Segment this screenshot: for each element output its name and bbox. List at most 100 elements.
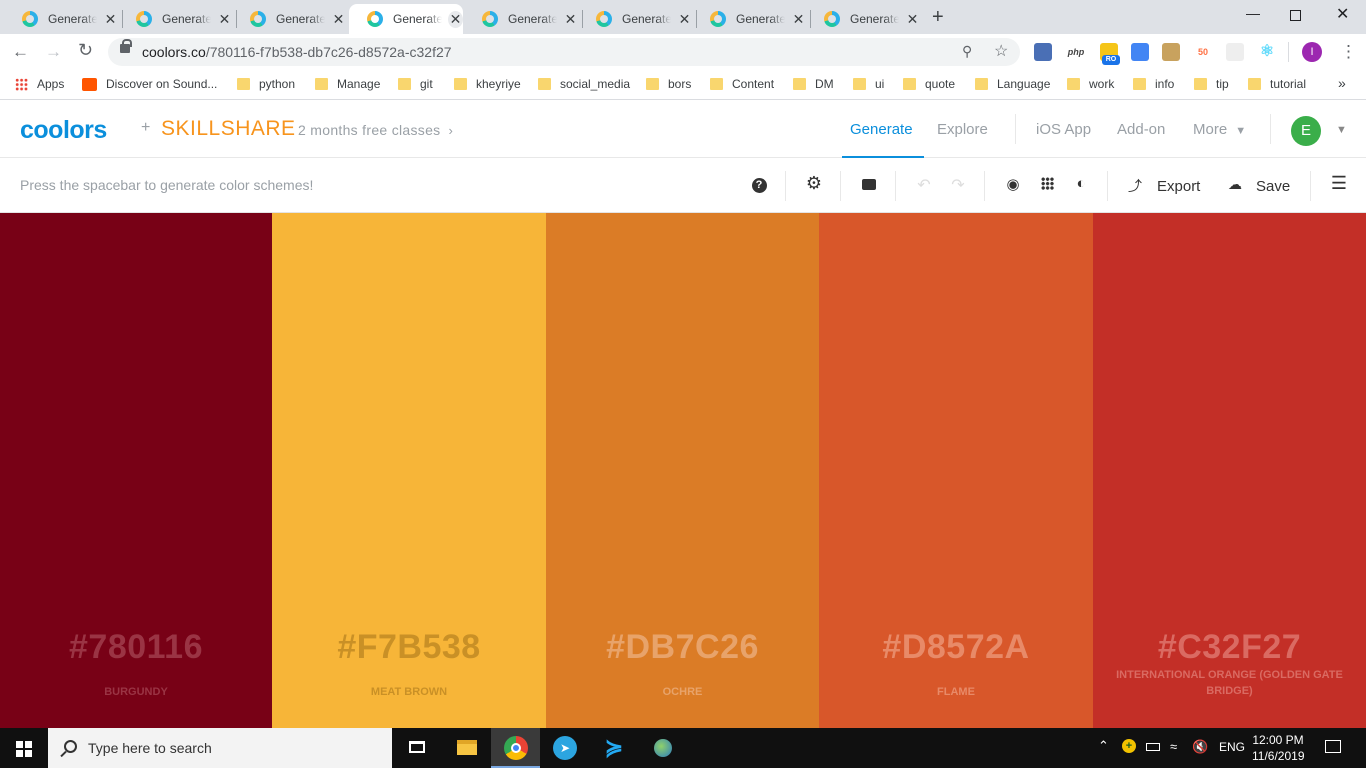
- account-chevron-down-icon[interactable]: ▼: [1336, 124, 1347, 136]
- hex-code[interactable]: #DB7C26: [546, 628, 819, 667]
- telegram-icon[interactable]: ➤: [553, 736, 577, 760]
- bookmark-folder[interactable]: DM: [793, 77, 834, 91]
- cloud-upload-icon[interactable]: ☁: [1224, 176, 1246, 193]
- color-swatch[interactable]: #C32F27 INTERNATIONAL ORANGE (GOLDEN GAT…: [1093, 213, 1366, 728]
- close-tab-icon[interactable]: ✕: [563, 11, 578, 28]
- bookmark-folder[interactable]: ui: [853, 77, 884, 91]
- promo-link[interactable]: 2 months free classes ›: [298, 122, 453, 138]
- tray-chevron-up-icon[interactable]: ⌃: [1098, 738, 1109, 754]
- php-extension-icon[interactable]: php: [1066, 43, 1086, 61]
- download-manager-icon[interactable]: [651, 736, 675, 760]
- profile-avatar[interactable]: I: [1302, 42, 1322, 62]
- bookmark-folder[interactable]: quote: [903, 77, 955, 91]
- address-bar[interactable]: coolors.co/780116-f7b538-db7c26-d8572a-c…: [108, 38, 1020, 66]
- bookmark-folder[interactable]: Manage: [315, 77, 380, 91]
- wifi-icon[interactable]: ≈: [1170, 739, 1177, 754]
- react-devtools-icon[interactable]: ⚛: [1258, 43, 1276, 61]
- chrome-icon[interactable]: [504, 736, 528, 760]
- browser-tab-active[interactable]: Generate ✕: [349, 4, 463, 34]
- volume-muted-icon[interactable]: 🔇: [1192, 739, 1208, 755]
- nav-more[interactable]: More ▼: [1193, 121, 1246, 138]
- close-tab-icon[interactable]: ✕: [331, 11, 346, 28]
- hex-code[interactable]: #C32F27: [1093, 628, 1366, 667]
- color-swatch[interactable]: #D8572A FLAME: [819, 213, 1093, 728]
- language-indicator[interactable]: ENG: [1219, 740, 1245, 754]
- tray-app-icon[interactable]: +: [1122, 739, 1136, 753]
- nav-generate[interactable]: Generate: [850, 121, 913, 138]
- task-view-icon[interactable]: [406, 736, 430, 760]
- translate-extension-icon[interactable]: [1131, 43, 1149, 61]
- export-button[interactable]: Export: [1157, 178, 1200, 195]
- browser-tab[interactable]: Generate ✕: [806, 4, 920, 34]
- close-window-icon[interactable]: ✕: [1336, 4, 1349, 24]
- browser-tab[interactable]: Generate ✕: [118, 4, 232, 34]
- help-icon[interactable]: ?: [748, 175, 770, 193]
- bookmark-folder[interactable]: bors: [646, 77, 691, 91]
- close-tab-icon[interactable]: ✕: [103, 11, 118, 28]
- bookmarks-overflow-icon[interactable]: »: [1338, 75, 1346, 91]
- restore-window-icon[interactable]: [1290, 10, 1301, 21]
- extension-icon[interactable]: [1162, 43, 1180, 61]
- close-tab-icon[interactable]: ✕: [791, 11, 806, 28]
- bookmark-folder[interactable]: work: [1067, 77, 1114, 91]
- color-swatch[interactable]: #780116 BURGUNDY: [0, 213, 272, 728]
- chrome-menu-icon[interactable]: ⋮: [1340, 42, 1357, 62]
- extension-icon[interactable]: [1226, 43, 1244, 61]
- grid-view-icon[interactable]: [1036, 175, 1058, 193]
- vscode-icon[interactable]: ≽: [602, 736, 626, 760]
- hex-code[interactable]: #780116: [0, 628, 272, 667]
- hex-code[interactable]: #F7B538: [272, 628, 546, 667]
- bookmark-folder[interactable]: Language: [975, 77, 1050, 91]
- color-swatch[interactable]: #F7B538 MEAT BROWN: [272, 213, 546, 728]
- bookmark-folder[interactable]: info: [1133, 77, 1174, 91]
- skillshare-logo[interactable]: SKILLSHARE: [161, 117, 296, 141]
- close-tab-icon[interactable]: ✕: [677, 11, 692, 28]
- 50-extension-icon[interactable]: 50: [1194, 43, 1212, 61]
- view-eye-icon[interactable]: ◉: [1002, 175, 1024, 193]
- share-icon[interactable]: ⤴: [1124, 176, 1146, 196]
- browser-tab[interactable]: Generate ✕: [692, 4, 806, 34]
- extension-icon[interactable]: [1034, 43, 1052, 61]
- close-tab-icon[interactable]: ✕: [217, 11, 232, 28]
- browser-tab[interactable]: Generate ✕: [464, 4, 578, 34]
- nav-explore[interactable]: Explore: [937, 121, 988, 138]
- undo-icon[interactable]: ↶: [913, 175, 935, 195]
- bookmark-folder[interactable]: git: [398, 77, 433, 91]
- forward-arrow-icon[interactable]: →: [45, 42, 62, 62]
- key-icon[interactable]: ⚲: [962, 43, 972, 60]
- bookmark-folder[interactable]: Content: [710, 77, 774, 91]
- settings-gear-icon[interactable]: ⚙: [803, 173, 825, 194]
- back-arrow-icon[interactable]: ←: [12, 42, 29, 62]
- bookmark-folder[interactable]: social_media: [538, 77, 630, 91]
- user-avatar[interactable]: E: [1291, 116, 1321, 146]
- save-button[interactable]: Save: [1256, 178, 1290, 195]
- taskbar-search-box[interactable]: Type here to search: [48, 728, 392, 768]
- bookmark-folder[interactable]: kheyriye: [454, 77, 521, 91]
- redo-icon[interactable]: ↷: [947, 175, 969, 195]
- contrast-icon[interactable]: ◐: [1070, 175, 1092, 192]
- bookmark-folder[interactable]: python: [237, 77, 295, 91]
- nav-ios-app[interactable]: iOS App: [1036, 121, 1091, 138]
- battery-icon[interactable]: [1146, 743, 1160, 751]
- bookmark-folder[interactable]: tutorial: [1248, 77, 1306, 91]
- minimize-window-icon[interactable]: —: [1246, 5, 1260, 21]
- browser-tab[interactable]: Generate ✕: [4, 4, 118, 34]
- hamburger-menu-icon[interactable]: ☰: [1328, 173, 1350, 194]
- color-swatch[interactable]: #DB7C26 OCHRE: [546, 213, 819, 728]
- bookmark-star-icon[interactable]: ☆: [994, 41, 1008, 61]
- close-tab-icon[interactable]: ✕: [447, 10, 463, 28]
- system-clock[interactable]: 12:00 PM 11/6/2019: [1252, 732, 1305, 764]
- browser-tab[interactable]: Generate ✕: [232, 4, 346, 34]
- close-tab-icon[interactable]: ✕: [905, 11, 920, 28]
- windows-start-icon[interactable]: [16, 741, 32, 757]
- hex-code[interactable]: #D8572A: [819, 628, 1093, 667]
- file-explorer-icon[interactable]: [455, 736, 479, 760]
- coolors-logo[interactable]: coolors: [20, 116, 107, 145]
- notifications-icon[interactable]: [1325, 740, 1341, 753]
- bookmark-soundcloud[interactable]: Discover on Sound...: [82, 77, 217, 91]
- new-tab-button[interactable]: +: [932, 6, 944, 29]
- nav-add-on[interactable]: Add-on: [1117, 121, 1165, 138]
- bookmark-folder[interactable]: tip: [1194, 77, 1229, 91]
- reload-icon[interactable]: ↻: [78, 40, 93, 61]
- browser-tab[interactable]: Generate ✕: [578, 4, 692, 34]
